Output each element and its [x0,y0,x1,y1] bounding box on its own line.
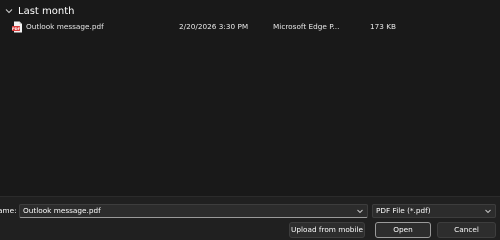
file-size: 173 KB [370,22,397,31]
group-label: Last month [18,5,75,17]
upload-from-mobile-button[interactable]: Upload from mobile [289,222,365,238]
file-name-label: ame: [0,206,17,215]
chevron-down-icon [485,209,491,214]
chevron-down-icon[interactable] [356,207,364,215]
file-row[interactable]: PDF Outlook message.pdf 2/20/2026 3:30 P… [8,19,488,35]
pdf-file-icon: PDF [12,21,22,33]
file-name: Outlook message.pdf [26,22,104,31]
file-open-dialog: Last month PDF Outlook message.pdf 2/20/… [0,0,500,240]
file-type: Microsoft Edge P... [273,22,340,31]
svg-text:PDF: PDF [12,27,21,31]
file-type-dropdown[interactable]: PDF File (*.pdf) [372,204,496,218]
file-date-modified: 2/20/2026 3:30 PM [179,22,249,31]
chevron-down-icon [5,9,13,14]
file-name-combobox[interactable]: Outlook message.pdf [19,204,368,218]
cancel-button[interactable]: Cancel [437,222,496,238]
dialog-footer: ame: Outlook message.pdf PDF File (*.pdf… [0,196,500,240]
file-name-input[interactable]: Outlook message.pdf [23,205,101,217]
file-type-value: PDF File (*.pdf) [376,206,431,215]
file-list[interactable]: Last month PDF Outlook message.pdf 2/20/… [0,0,500,196]
open-button[interactable]: Open [375,222,431,238]
group-header-last-month[interactable]: Last month [4,3,74,19]
